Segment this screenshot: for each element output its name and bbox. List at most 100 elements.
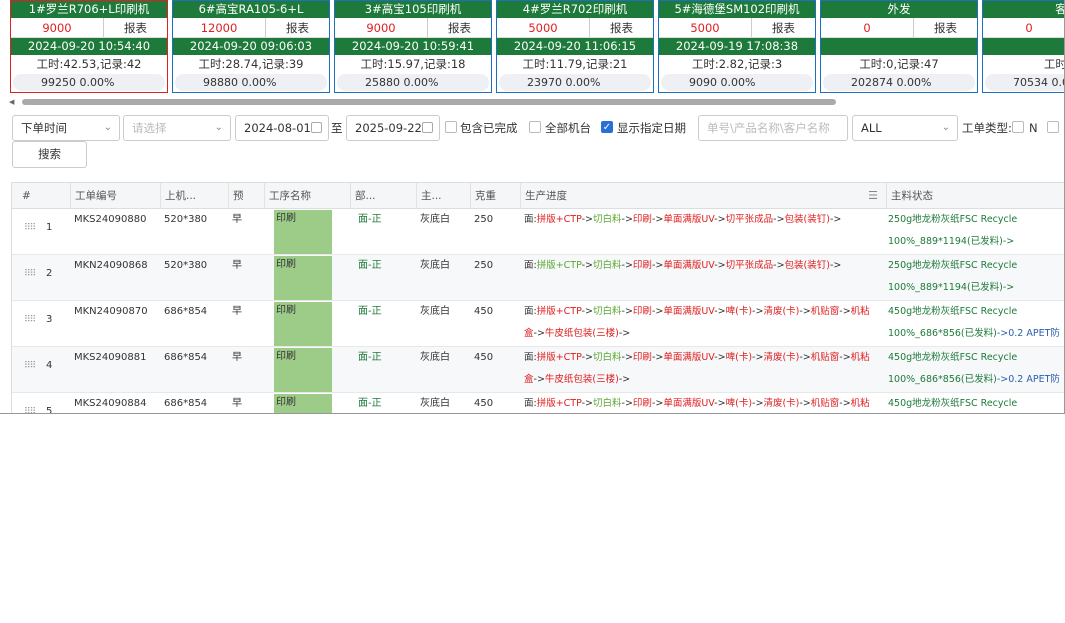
progress-step: -> [714,260,726,271]
column-header[interactable]: 主料状态 [886,183,1064,209]
machine-name: 4#罗兰R702印刷机 [497,1,653,18]
column-header[interactable]: 工单编号 [70,183,160,209]
include-done-checkbox[interactable] [445,121,457,133]
machine-card[interactable]: 5#海德堡SM102印刷机 5000 报表 2024-09-19 17:08:38 工时… [658,0,816,93]
material-status: 450g地龙粉灰纸FSC Recycle 100%_686*856(已发料)->… [888,347,1064,391]
report-button[interactable]: 报表 [751,18,815,37]
chevron-down-icon: ⌄ [941,122,950,133]
progress-step: -> [621,352,633,363]
report-button[interactable]: 报表 [589,18,653,37]
search-button[interactable]: 搜索 [12,141,87,168]
shift: 早 [232,398,242,409]
progress-step: 啤(卡) [725,398,753,409]
category-select[interactable]: 请选择 ⌄ [123,115,231,141]
progress-step: -> [618,328,631,339]
machine-hours: 工时:0 [1043,57,1065,71]
machine-card[interactable]: 6#高宝RA105-6+L 12000 报表 2024-09-20 09:06:03 工… [172,0,330,93]
all-select-value: ALL [861,121,882,135]
report-button[interactable]: 报表 [265,18,329,37]
column-header[interactable]: 工序名称 [264,183,350,209]
progress-step: -> [621,306,633,317]
machine-output: 25880 0.00% [337,74,489,91]
date-to-input[interactable]: 2025-09-22 [346,115,440,141]
column-header[interactable]: 预 [228,183,264,209]
machine-card[interactable]: 客 0 工时:0 70534 0.0 [982,0,1065,93]
progress-step: 拼版+CTP [536,260,582,271]
table-row[interactable]: ⠿⠿ 5 MKS24090884 686*854 早 印刷 面-正 灰底白 450 面:拼版+CT… [12,393,1064,413]
material-status-text: 250g地龙粉灰纸FSC Recycle 100%_889*1194(已发料)-… [888,260,1018,293]
column-header[interactable]: 克重 [470,183,520,209]
row-index: 3 [46,314,53,325]
production-progress: 面:拼版+CTP->切白料->印刷->单面满版UV->切平张成品->包装(装钉)… [524,209,879,253]
progress-step: -> [618,374,631,385]
cards-scrollbar[interactable]: ◀ [0,97,1064,107]
progress-step: 切白料 [593,398,622,409]
progress-step: 印刷 [632,352,652,363]
column-header[interactable]: 部... [350,183,416,209]
all-machines-checkbox[interactable] [529,121,541,133]
table-row[interactable]: ⠿⠿ 2 MKN24090868 520*380 早 印刷 面-正 灰底白 250 面:拼版+CT… [12,255,1064,301]
drag-handle-icon[interactable]: ⠿⠿ [24,223,36,233]
column-header[interactable]: 生产进度 ☰ [520,183,886,209]
column-header-label: 预 [233,190,244,202]
progress-step: -> [714,352,726,363]
main-material: 灰底白 [420,398,450,409]
order-type-n-checkbox[interactable] [1012,121,1024,133]
report-button[interactable]: 报表 [103,18,167,37]
drag-handle-icon[interactable]: ⠿⠿ [24,269,36,279]
process-name: 印刷 [274,394,332,413]
time-type-select[interactable]: 下单时间 ⌄ [12,115,120,141]
all-machines-label: 全部机台 [545,121,591,135]
drag-handle-icon[interactable]: ⠿⠿ [24,361,36,371]
all-select[interactable]: ALL ⌄ [852,115,958,141]
date-to-value: 2025-09-22 [355,121,422,135]
machine-name: 外发 [821,1,977,18]
report-button[interactable]: 报表 [427,18,491,37]
table-row[interactable]: ⠿⠿ 4 MKS24090881 686*854 早 印刷 面-正 灰底白 450 面:拼版+CT… [12,347,1064,393]
drag-handle-icon[interactable]: ⠿⠿ [24,315,36,325]
column-menu-icon[interactable]: ☰ [868,183,878,209]
scrollbar-thumb[interactable] [22,99,836,105]
main-material: 灰底白 [420,260,450,271]
machine-name: 5#海德堡SM102印刷机 [659,1,815,18]
column-header[interactable]: # [12,183,70,209]
machine-card[interactable]: 3#高宝105印刷机 9000 报表 2024-09-20 10:59:41 工时:15… [334,0,492,93]
report-button[interactable]: 报表 [913,18,977,37]
progress-step: -> [651,398,664,409]
machine-target: 5000 [690,21,720,35]
table-row[interactable]: ⠿⠿ 3 MKN24090870 686*854 早 印刷 面-正 灰底白 450 面:拼版+CT… [12,301,1064,347]
order-number: MKN24090868 [74,260,148,271]
show-date-checkbox[interactable]: ✓ [601,121,613,133]
table-row[interactable]: ⠿⠿ 1 MKS24090880 520*380 早 印刷 面-正 灰底白 250 面:拼版+CT… [12,209,1064,255]
column-header-label: 工单编号 [75,190,117,202]
progress-step: 机贴窗 [810,306,840,317]
machine-card[interactable]: 外发 0 报表 工时:0,记录:47 202874 0.00% [820,0,978,93]
time-type-value: 下单时间 [21,121,67,135]
gram-weight: 450 [474,306,494,317]
machine-target: 0 [863,21,871,35]
progress-step: -> [829,214,842,225]
machine-datetime [821,38,977,55]
machine-output: 9090 0.00% [661,74,813,91]
column-header[interactable]: 主... [416,183,470,209]
search-input[interactable]: 单号\产品名称\客户名称 [698,115,848,141]
drag-handle-icon[interactable]: ⠿⠿ [24,407,36,413]
progress-step: 单面满版UV [663,260,715,271]
part: 面-正 [358,306,382,317]
main-material: 灰底白 [420,352,450,363]
scroll-left-icon[interactable]: ◀ [9,98,14,106]
main-material: 灰底白 [420,214,450,225]
process-name: 印刷 [274,210,332,254]
machine-size: 520*380 [164,260,208,271]
part: 面-正 [358,214,382,225]
machine-name: 1#罗兰R706+L印刷机 [11,1,167,18]
main-material: 灰底白 [420,306,450,317]
date-from-input[interactable]: 2024-08-01 [235,115,329,141]
calendar-icon [311,122,322,133]
machine-card[interactable]: 4#罗兰R702印刷机 5000 报表 2024-09-20 11:06:15 工时:1… [496,0,654,93]
machine-card[interactable]: 1#罗兰R706+L印刷机 9000 报表 2024-09-20 10:54:40 工时… [10,0,168,93]
machine-output: 202874 0.00% [823,74,975,91]
column-header[interactable]: 上机... [160,183,228,209]
order-type-other-checkbox[interactable] [1047,121,1059,133]
progress-step: 面: [524,306,537,317]
